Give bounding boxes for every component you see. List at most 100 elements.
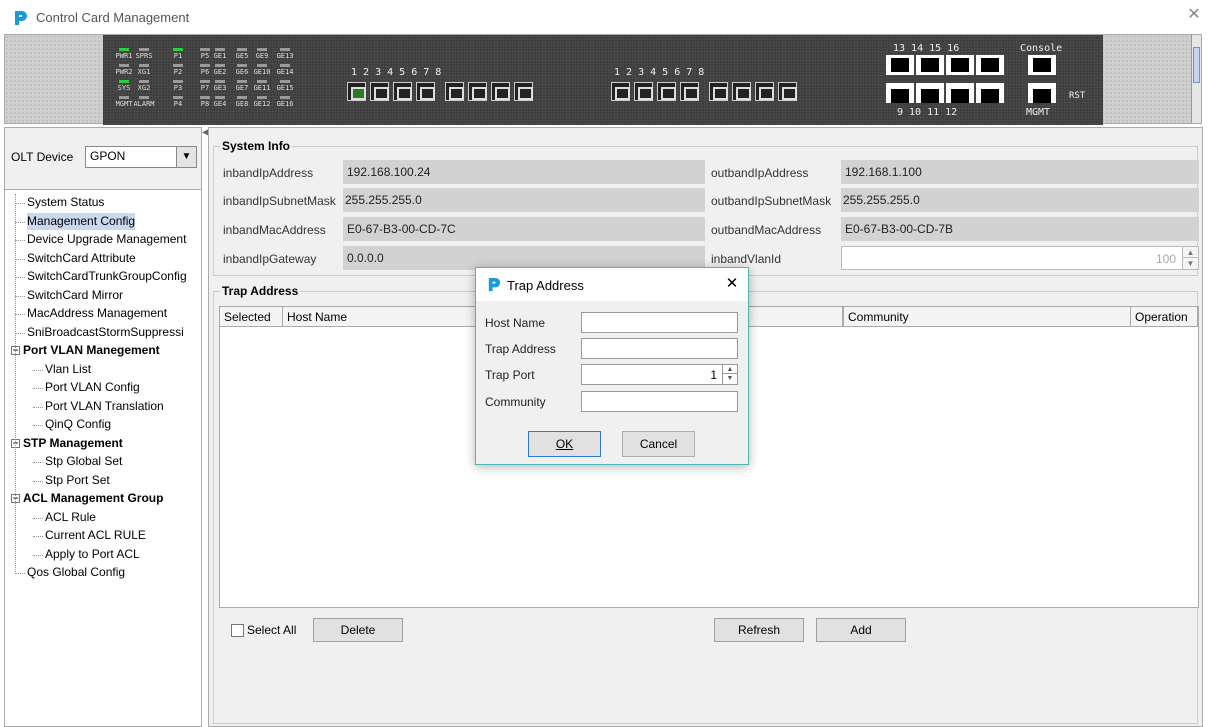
tree-item[interactable]: Stp Port Set: [45, 472, 110, 489]
rj45-port[interactable]: [946, 55, 974, 75]
sfp-port[interactable]: [491, 82, 510, 101]
olt-device-value: GPON: [90, 149, 126, 163]
trap-port-spinner[interactable]: 1 ▲ ▼: [581, 364, 738, 385]
mgmt-port[interactable]: [1028, 83, 1056, 103]
dialog-title: Trap Address: [507, 278, 584, 293]
led-label: GE7: [235, 84, 249, 92]
status-led: GE13: [274, 48, 296, 60]
tree-item[interactable]: Stp Global Set: [45, 453, 122, 470]
spin-down-icon[interactable]: ▼: [1183, 258, 1198, 269]
tree-item[interactable]: Port VLAN Config: [45, 379, 140, 396]
tree-item[interactable]: MacAddress Management: [27, 305, 167, 322]
column-operation[interactable]: Operation: [1131, 307, 1198, 327]
scroll-thumb[interactable]: [1193, 47, 1200, 83]
trap-address-input[interactable]: [581, 338, 738, 359]
tree-item[interactable]: SniBroadcastStormSuppressi: [27, 324, 184, 341]
tree-item[interactable]: Current ACL RULE: [45, 527, 146, 544]
trap-address-title: Trap Address: [220, 284, 301, 298]
rj45-port[interactable]: [916, 55, 944, 75]
tree-group-node[interactable]: − Port VLAN Manegement: [11, 342, 160, 359]
sfp-port[interactable]: [634, 82, 653, 101]
tree-item[interactable]: Vlan List: [45, 361, 91, 378]
community-input[interactable]: [581, 391, 738, 412]
tree-item[interactable]: Port VLAN Translation: [45, 398, 164, 415]
led-label: PWR2: [115, 68, 133, 76]
panel-scrollbar[interactable]: [1191, 35, 1201, 123]
trap-port-spinner-buttons[interactable]: ▲ ▼: [722, 365, 737, 384]
rj-bottom-numbers: 9 10 11 12: [897, 107, 958, 118]
ok-button[interactable]: OK: [528, 431, 601, 457]
cancel-button[interactable]: Cancel: [622, 431, 695, 457]
spin-up-icon[interactable]: ▲: [1183, 247, 1198, 258]
tree-connector: [33, 555, 43, 556]
host-name-input[interactable]: [581, 312, 738, 333]
sfp-port[interactable]: [732, 82, 751, 101]
sfp-port[interactable]: [370, 82, 389, 101]
tree-item[interactable]: SwitchCard Mirror: [27, 287, 123, 304]
inband-vlan-spinner[interactable]: 100 ▲ ▼: [841, 246, 1199, 270]
sfp-port[interactable]: [611, 82, 630, 101]
tree-group-node[interactable]: − STP Management: [11, 435, 123, 452]
add-button[interactable]: Add: [816, 618, 906, 642]
tree-item[interactable]: SwitchCardTrunkGroupConfig: [27, 268, 187, 285]
status-led: GE2: [209, 64, 231, 76]
tree-item-label: MacAddress Management: [27, 306, 168, 320]
led-indicator: [139, 64, 149, 67]
sfp-port[interactable]: [445, 82, 464, 101]
chevron-down-icon[interactable]: ▼: [176, 147, 196, 167]
inband-mac-label: inbandMacAddress: [223, 223, 326, 237]
tree-item[interactable]: System Status: [27, 194, 104, 211]
led-label: GE6: [235, 68, 249, 76]
status-led: P4: [167, 96, 189, 108]
tree-item[interactable]: Apply to Port ACL: [45, 546, 140, 563]
led-indicator: [215, 64, 225, 67]
sfp-port[interactable]: [514, 82, 533, 101]
led-indicator: [119, 96, 129, 99]
tree-item[interactable]: Qos Global Config: [27, 564, 125, 581]
window-title: Control Card Management: [36, 10, 190, 25]
rj45-port[interactable]: [886, 55, 914, 75]
rj45-port[interactable]: [886, 83, 914, 103]
console-port[interactable]: [1028, 55, 1056, 75]
sfp-port[interactable]: [416, 82, 435, 101]
sfp-port[interactable]: [393, 82, 412, 101]
refresh-button[interactable]: Refresh: [714, 618, 804, 642]
tree-item-label: Management Config: [27, 214, 136, 228]
rj45-port[interactable]: [916, 83, 944, 103]
inband-vlan-value: 100: [1155, 252, 1176, 266]
tree-item[interactable]: QinQ Config: [45, 416, 111, 433]
sfp-port[interactable]: [755, 82, 774, 101]
sfp-port[interactable]: [347, 82, 366, 101]
delete-button[interactable]: Delete: [313, 618, 403, 642]
tree-item[interactable]: ACL Rule: [45, 509, 96, 526]
vlan-spinner-buttons[interactable]: ▲ ▼: [1182, 247, 1198, 269]
select-all-checkbox[interactable]: [231, 624, 244, 637]
select-all-label[interactable]: Select All: [247, 623, 296, 637]
column-community[interactable]: Community: [843, 307, 1131, 327]
column-selected[interactable]: Selected: [220, 307, 283, 327]
tree-item[interactable]: Device Upgrade Management: [27, 231, 186, 248]
sfp-port[interactable]: [778, 82, 797, 101]
tree-group-node[interactable]: − ACL Management Group: [11, 490, 163, 507]
close-icon[interactable]: ✕: [724, 274, 740, 292]
olt-device-dropdown[interactable]: GPON ▼: [85, 146, 197, 168]
inband-ip-value: 192.168.100.24: [343, 160, 705, 184]
rj45-port[interactable]: [976, 55, 1004, 75]
tree-item[interactable]: Management Config: [27, 213, 136, 230]
led-label: P8: [200, 100, 210, 108]
sfp-port[interactable]: [468, 82, 487, 101]
led-label: ALARM: [133, 100, 155, 108]
spin-up-icon[interactable]: ▲: [723, 365, 737, 374]
rj45-port[interactable]: [946, 83, 974, 103]
sfp-port[interactable]: [657, 82, 676, 101]
sfp-port[interactable]: [709, 82, 728, 101]
sfp-port[interactable]: [680, 82, 699, 101]
inband-mac-value: E0-67-B3-00-CD-7C: [343, 217, 705, 241]
close-icon[interactable]: ✕: [1185, 6, 1203, 24]
tree-item[interactable]: SwitchCard Attribute: [27, 250, 136, 267]
sfp-group2-numbers: 1 2 3 4 5 6 7 8: [614, 67, 705, 78]
rj45-port[interactable]: [976, 83, 1004, 103]
dialog-title-bar: Trap Address ✕: [476, 268, 748, 301]
spin-down-icon[interactable]: ▼: [723, 374, 737, 383]
inband-mask-value: 255.255.255.0: [343, 188, 705, 212]
